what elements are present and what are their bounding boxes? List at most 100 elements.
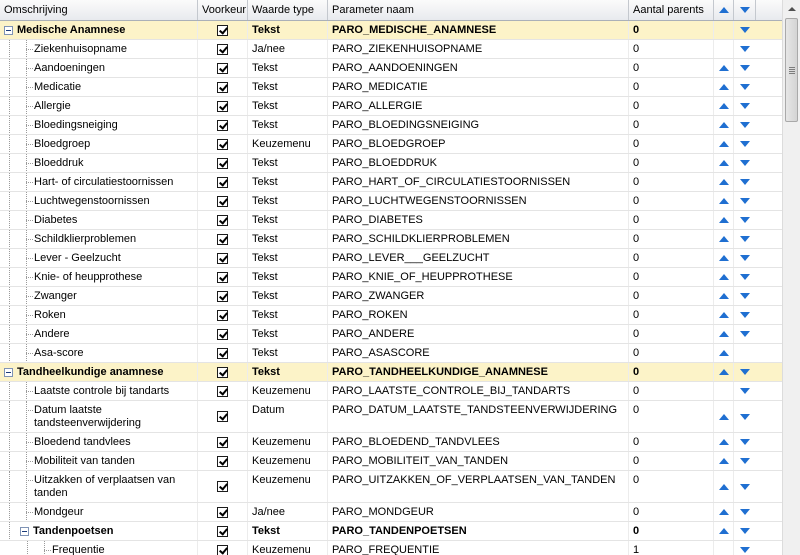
column-header-aantal-parents[interactable]: Aantal parents <box>629 0 714 20</box>
tree-row[interactable]: Lever - Geelzucht Tekst PARO_LEVER___GEELZ… <box>0 249 782 268</box>
arrow-up-icon[interactable] <box>718 217 729 223</box>
arrow-down-icon[interactable] <box>740 331 750 337</box>
move-up-cell[interactable] <box>714 344 734 362</box>
checkbox-checked-icon[interactable] <box>217 525 228 537</box>
move-down-cell[interactable] <box>734 452 756 470</box>
move-up-cell[interactable] <box>714 325 734 343</box>
arrow-down-icon[interactable] <box>740 217 750 223</box>
checkbox-checked-icon[interactable] <box>217 233 228 245</box>
arrow-down-icon[interactable] <box>740 413 750 420</box>
arrow-up-icon[interactable] <box>718 509 729 515</box>
move-up-cell[interactable] <box>714 363 734 381</box>
checkbox-checked-icon[interactable] <box>217 214 228 226</box>
checkbox-checked-icon[interactable] <box>217 436 228 448</box>
arrow-up-icon[interactable] <box>718 179 729 185</box>
checkbox-checked-icon[interactable] <box>217 195 228 207</box>
arrow-down-icon[interactable] <box>740 458 750 464</box>
move-down-cell[interactable] <box>734 522 756 540</box>
move-down-cell[interactable] <box>734 173 756 191</box>
tree-row[interactable]: Bloedingsneiging Tekst PARO_BLOEDINGSNEIGI… <box>0 116 782 135</box>
checkbox-checked-icon[interactable] <box>217 481 228 492</box>
move-up-cell[interactable] <box>714 287 734 305</box>
arrow-up-icon[interactable] <box>718 331 729 337</box>
checkbox-checked-icon[interactable] <box>217 385 228 397</box>
arrow-up-icon[interactable] <box>718 122 729 128</box>
arrow-up-icon[interactable] <box>718 274 729 280</box>
arrow-down-icon[interactable] <box>740 274 750 280</box>
tree-row[interactable]: Bloedend tandvlees Keuzemenu PARO_BLOEDEND… <box>0 433 782 452</box>
checkbox-checked-icon[interactable] <box>217 290 228 302</box>
arrow-up-icon[interactable] <box>718 312 729 318</box>
move-down-cell[interactable] <box>734 382 756 400</box>
arrow-down-icon[interactable] <box>740 27 750 33</box>
checkbox-checked-icon[interactable] <box>217 328 228 340</box>
vertical-scrollbar[interactable] <box>782 0 800 555</box>
tree-row[interactable]: Bloeddruk Tekst PARO_BLOEDDRUK 0 <box>0 154 782 173</box>
checkbox-checked-icon[interactable] <box>217 506 228 518</box>
arrow-up-icon[interactable] <box>718 141 729 147</box>
tree-row[interactable]: Schildklierproblemen Tekst PARO_SCHILDKLIE… <box>0 230 782 249</box>
move-down-cell[interactable] <box>734 135 756 153</box>
move-up-cell[interactable] <box>714 401 734 432</box>
arrow-up-icon[interactable] <box>718 369 729 375</box>
arrow-down-icon[interactable] <box>740 122 750 128</box>
column-header-move-up[interactable] <box>714 0 734 20</box>
parameter-tree-grid[interactable]: Omschrijving Voorkeur Waarde type Parame… <box>0 0 782 555</box>
arrow-down-icon[interactable] <box>740 103 750 109</box>
tree-row[interactable]: Uitzakken of verplaatsen van tanden Keuze… <box>0 471 782 503</box>
move-down-cell[interactable] <box>734 211 756 229</box>
move-down-cell[interactable] <box>734 287 756 305</box>
tree-row[interactable]: Datum laatste tandsteenverwijdering Datum… <box>0 401 782 433</box>
arrow-down-icon[interactable] <box>740 369 750 375</box>
move-up-cell[interactable] <box>714 503 734 521</box>
move-down-cell[interactable] <box>734 249 756 267</box>
move-down-cell[interactable] <box>734 541 756 555</box>
move-down-cell[interactable] <box>734 268 756 286</box>
arrow-down-icon[interactable] <box>740 160 750 166</box>
arrow-down-icon[interactable] <box>740 439 750 445</box>
move-down-cell[interactable] <box>734 363 756 381</box>
checkbox-checked-icon[interactable] <box>217 81 228 93</box>
move-down-cell[interactable] <box>734 21 756 39</box>
arrow-up-icon[interactable] <box>718 65 729 71</box>
checkbox-checked-icon[interactable] <box>217 347 228 359</box>
tree-row[interactable]: Luchtwegenstoornissen Tekst PARO_LUCHTWEGE… <box>0 192 782 211</box>
move-down-cell[interactable] <box>734 503 756 521</box>
tree-row[interactable]: Medicatie Tekst PARO_MEDICATIE 0 <box>0 78 782 97</box>
column-header-parameter-naam[interactable]: Parameter naam <box>328 0 629 20</box>
tree-row[interactable]: Roken Tekst PARO_ROKEN 0 <box>0 306 782 325</box>
arrow-up-icon[interactable] <box>718 255 729 261</box>
move-up-cell[interactable] <box>714 211 734 229</box>
arrow-down-icon[interactable] <box>740 312 750 318</box>
checkbox-checked-icon[interactable] <box>217 411 228 422</box>
checkbox-checked-icon[interactable] <box>217 252 228 264</box>
tree-row[interactable]: Andere Tekst PARO_ANDERE 0 <box>0 325 782 344</box>
arrow-down-icon[interactable] <box>740 65 750 71</box>
tree-group-row[interactable]: Tandheelkundige anamnese Tekst PARO_TANDHE… <box>0 363 782 382</box>
checkbox-checked-icon[interactable] <box>217 309 228 321</box>
arrow-up-icon[interactable] <box>718 103 729 109</box>
collapse-minus-icon[interactable] <box>4 367 13 377</box>
checkbox-checked-icon[interactable] <box>217 43 228 55</box>
move-up-cell[interactable] <box>714 78 734 96</box>
move-down-cell[interactable] <box>734 78 756 96</box>
scroll-up-button[interactable] <box>783 0 800 17</box>
column-header-move-down[interactable] <box>734 0 756 20</box>
move-down-cell[interactable] <box>734 40 756 58</box>
checkbox-checked-icon[interactable] <box>217 271 228 283</box>
move-down-cell[interactable] <box>734 230 756 248</box>
move-up-cell[interactable] <box>714 230 734 248</box>
arrow-down-icon[interactable] <box>740 528 750 534</box>
move-down-cell[interactable] <box>734 97 756 115</box>
arrow-down-icon[interactable] <box>740 388 750 394</box>
checkbox-checked-icon[interactable] <box>217 100 228 112</box>
move-up-cell[interactable] <box>714 452 734 470</box>
column-header-omschrijving[interactable]: Omschrijving <box>0 0 198 20</box>
tree-row[interactable]: Frequentie Keuzemenu PARO_FREQUENTIE 1 <box>0 541 782 555</box>
arrow-down-icon[interactable] <box>740 509 750 515</box>
move-up-cell[interactable] <box>714 471 734 502</box>
column-header-waarde-type[interactable]: Waarde type <box>248 0 328 20</box>
move-down-cell[interactable] <box>734 471 756 502</box>
move-up-cell[interactable] <box>714 173 734 191</box>
arrow-up-icon[interactable] <box>718 413 729 420</box>
